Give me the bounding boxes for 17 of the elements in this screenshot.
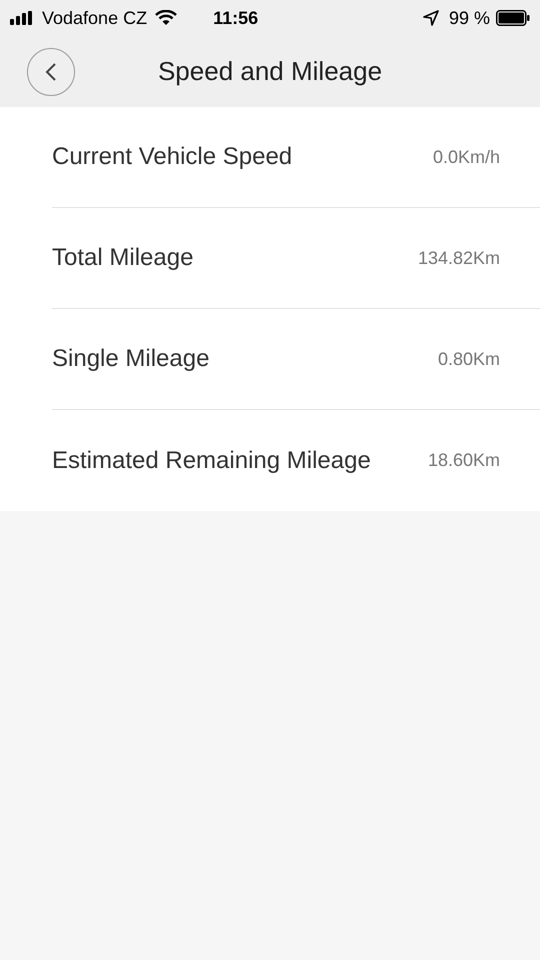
status-time: 11:56 <box>213 6 258 30</box>
back-button[interactable] <box>27 48 75 96</box>
page-title: Speed and Mileage <box>158 55 382 88</box>
battery-percent: 99 % <box>448 6 490 30</box>
carrier-name: Vodafone CZ <box>42 6 148 30</box>
row-value: 0.80Km <box>438 348 500 370</box>
row-value: 18.60Km <box>428 449 500 472</box>
row-label: Total Mileage <box>52 243 194 273</box>
row-value: 0.0Km/h <box>432 146 500 168</box>
wifi-icon <box>155 10 178 26</box>
row-label: Single Mileage <box>52 344 210 374</box>
back-chevron-icon <box>45 62 57 82</box>
row-value: 134.82Km <box>418 246 500 270</box>
row-label: Current Vehicle Speed <box>52 142 292 172</box>
location-arrow-icon <box>422 10 439 26</box>
battery-icon <box>496 10 530 26</box>
row-label: Estimated Remaining Mileage <box>52 446 371 476</box>
